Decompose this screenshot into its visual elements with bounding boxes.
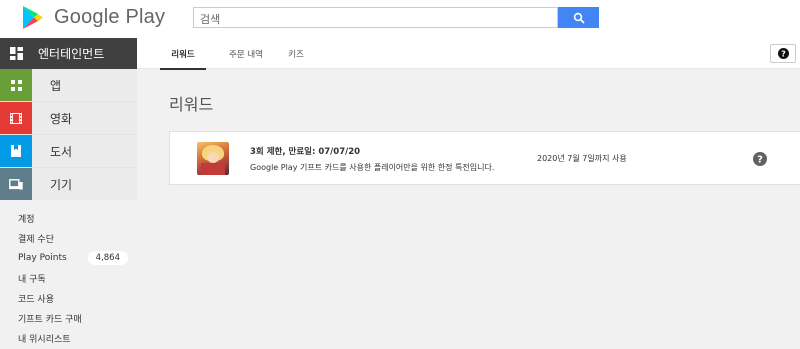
link-redeem-code[interactable]: 코드 사용 (0, 288, 137, 308)
book-icon (0, 135, 32, 167)
film-icon (0, 102, 32, 134)
link-label: 코드 사용 (18, 294, 54, 305)
link-label: 결제 수단 (18, 234, 54, 245)
link-payment-methods[interactable]: 결제 수단 (0, 228, 137, 248)
sidebar-item-devices[interactable]: 기기 (0, 168, 137, 200)
link-label: 내 위시리스트 (18, 334, 71, 345)
search-icon (573, 12, 585, 24)
tab-label: 리워드 (171, 49, 195, 60)
search-input[interactable] (194, 10, 557, 29)
tab-order-history[interactable]: 주문 내역 (223, 38, 269, 69)
sidebar-item-label: 엔터테인먼트 (38, 47, 105, 61)
page-title: 리워드 (169, 95, 214, 114)
tabs-bar: 리워드 주문 내역 키즈 (137, 38, 800, 70)
play-points-badge: 4,864 (87, 251, 128, 265)
link-play-points[interactable]: Play Points 4,864 (0, 248, 137, 268)
apps-grid-icon (0, 69, 32, 101)
tab-label: 주문 내역 (229, 49, 263, 60)
reward-title: 3회 제한, 만료일: 07/07/20 (250, 147, 361, 157)
link-wishlist[interactable]: 내 위시리스트 (0, 328, 137, 348)
account-links: 계정 결제 수단 Play Points 4,864 내 구독 코드 사용 기프… (0, 200, 137, 348)
sidebar-item-entertainment[interactable]: 엔터테인먼트 (0, 38, 137, 69)
reward-card[interactable]: 3회 제한, 만료일: 07/07/20 Google Play 기프트 카드를… (169, 131, 800, 185)
help-circle-icon: ? (757, 155, 763, 166)
google-play-logo[interactable]: Google Play (22, 5, 165, 30)
play-store-icon (23, 6, 43, 29)
link-label: 내 구독 (18, 274, 46, 285)
left-sidebar: 엔터테인먼트 앱 영화 도서 기기 계정 결제 수단 Play Points 4… (0, 38, 137, 349)
top-bar: Google Play (0, 0, 800, 38)
reward-description: Google Play 기프트 카드를 사용한 플레이어만을 위한 한정 특전입… (250, 163, 495, 172)
sidebar-item-movies[interactable]: 영화 (0, 102, 137, 134)
tab-kids[interactable]: 키즈 (284, 38, 308, 69)
reward-help-icon[interactable]: ? (753, 152, 767, 166)
game-thumbnail (197, 142, 229, 175)
devices-icon (0, 168, 32, 200)
help-button[interactable]: ? (770, 44, 796, 63)
search-button[interactable] (558, 7, 599, 28)
link-label: 계정 (18, 214, 35, 225)
search-box[interactable] (193, 7, 558, 29)
sidebar-item-apps[interactable]: 앱 (0, 69, 137, 101)
link-label: Play Points (18, 253, 67, 263)
sidebar-item-label: 도서 (50, 144, 73, 159)
logo-text: Google Play (54, 6, 166, 28)
sidebar-item-label: 앱 (50, 78, 62, 93)
link-account[interactable]: 계정 (0, 208, 137, 228)
tab-rewards[interactable]: 리워드 (160, 38, 206, 70)
main-content: 리워드 3회 제한, 만료일: 07/07/20 Google Play 기프트… (137, 70, 800, 349)
help-icon: ? (777, 48, 789, 59)
sidebar-item-books[interactable]: 도서 (0, 135, 137, 167)
svg-text:?: ? (757, 155, 763, 166)
svg-text:?: ? (781, 49, 786, 58)
sidebar-item-label: 영화 (50, 111, 73, 126)
sidebar-item-label: 기기 (50, 177, 73, 192)
link-subscriptions[interactable]: 내 구독 (0, 268, 137, 288)
reward-expiry-date: 2020년 7월 7일까지 사용 (537, 154, 627, 163)
tab-label: 키즈 (288, 49, 304, 60)
link-label: 기프트 카드 구매 (18, 314, 82, 325)
link-buy-gift-card[interactable]: 기프트 카드 구매 (0, 308, 137, 328)
dashboard-icon (0, 38, 32, 69)
